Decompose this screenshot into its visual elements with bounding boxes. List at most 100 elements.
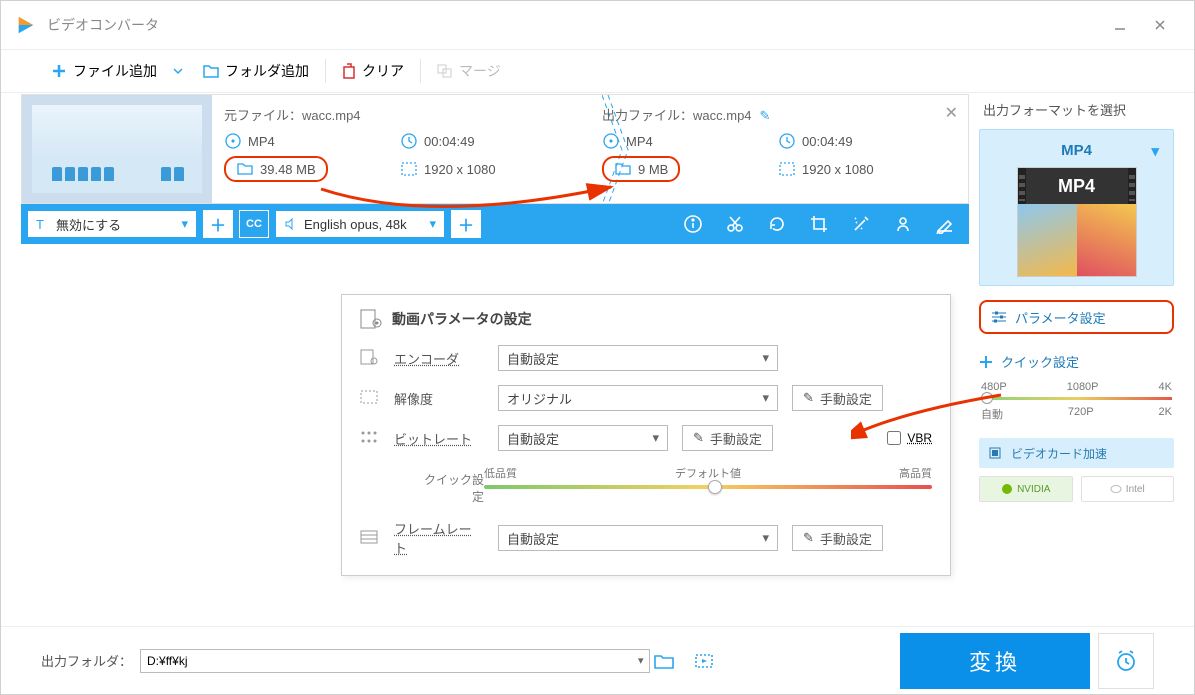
merge-icon [437,64,453,78]
output-folder-label: 出力フォルダ： [41,651,132,670]
framerate-label[interactable]: フレームレート [394,519,484,557]
format-icon [602,132,620,150]
resolution-label: 解像度 [394,389,484,408]
resolution-manual-button[interactable]: ✎手動設定 [792,385,883,411]
clear-button[interactable]: クリア [332,50,414,92]
bitrate-label[interactable]: ビットレート [394,429,484,448]
framerate-icon [360,530,380,547]
folder-icon [614,160,632,178]
titlebar: ビデオコンバータ [1,1,1194,49]
clock-icon [778,132,796,150]
output-folder-input[interactable] [140,649,650,673]
source-resolution: 1920 x 1080 [424,162,496,177]
bitrate-icon [360,430,380,447]
app-logo [15,14,37,36]
encoder-label[interactable]: エンコーダ [394,349,484,368]
resolution-slider[interactable] [981,397,1172,400]
bitrate-dropdown[interactable]: 自動設定▾ [498,425,668,451]
file-item[interactable]: 元ファイル：wacc.mp4 MP4 00:04:49 39.48 MB 192… [21,94,969,204]
effects-button[interactable] [843,204,879,244]
output-size-highlight: 9 MB [602,156,680,182]
convert-button[interactable]: 変換 [900,633,1090,689]
source-size-highlight: 39.48 MB [224,156,328,182]
resolution-icon [778,160,796,178]
quick-settings-header: クイック設定 [979,352,1174,371]
options-bar: T 無効にする▾ ＋ CC English opus, 48k▾ ＋ [21,204,969,244]
video-thumbnail[interactable] [22,95,212,203]
add-folder-label: フォルダ追加 [225,61,309,81]
minimize-button[interactable] [1100,10,1140,40]
edit-button[interactable] [927,204,963,244]
output-resolution: 1920 x 1080 [802,162,874,177]
open-folder-button[interactable] [644,650,684,672]
cc-button[interactable]: CC [239,210,269,238]
gpu-accel-button[interactable]: ビデオカード加速 [979,438,1174,468]
bottom-bar: 出力フォルダ： ▾ 変換 [1,626,1194,694]
resolution-icon [360,390,380,407]
schedule-button[interactable] [1098,633,1154,689]
plus-icon [979,355,993,369]
source-format: MP4 [248,134,275,149]
add-folder-button[interactable]: フォルダ追加 [193,50,319,92]
output-format: MP4 [626,134,653,149]
panel-title: 動画パラメータの設定 [360,309,932,329]
text-icon: T [36,217,50,231]
add-audio-button[interactable]: ＋ [451,210,481,238]
framerate-manual-button[interactable]: ✎手動設定 [792,525,883,551]
quality-slider[interactable] [484,485,932,489]
format-card[interactable]: MP4▾ MP4 [979,129,1174,286]
cut-button[interactable] [717,204,753,244]
speaker-icon [284,217,298,231]
film-gear-icon [360,309,382,329]
clear-label: クリア [362,61,404,81]
svg-text:T: T [36,217,44,231]
chevron-down-icon: ▾ [1151,142,1159,160]
open-output-button[interactable] [684,650,724,672]
clock-icon [400,132,418,150]
parameter-settings-button[interactable]: パラメータ設定 [979,300,1174,334]
chip-icon [987,446,1003,460]
output-info: 出力ファイル：wacc.mp4✎ MP4 00:04:49 9 MB 1920 … [590,95,968,203]
source-size: 39.48 MB [260,162,316,177]
remove-item-button[interactable]: ✕ [945,103,958,123]
add-file-button[interactable]: ファイル追加 [41,50,193,92]
trash-icon [342,63,356,79]
source-duration: 00:04:49 [424,134,475,149]
chevron-down-icon [173,66,183,76]
resolution-icon [400,160,418,178]
right-panel: 出力フォーマットを選択 MP4▾ MP4 パラメータ設定 クイック設定 480P… [979,94,1174,619]
framerate-dropdown[interactable]: 自動設定▾ [498,525,778,551]
watermark-button[interactable] [885,204,921,244]
audio-track-select[interactable]: English opus, 48k▾ [275,210,445,238]
add-file-label: ファイル追加 [73,61,157,81]
merge-button[interactable]: マージ [427,50,511,92]
rename-button[interactable]: ✎ [760,108,771,123]
plus-icon [51,63,67,79]
resolution-dropdown[interactable]: オリジナル▾ [498,385,778,411]
subtitle-select[interactable]: T 無効にする▾ [27,210,197,238]
output-size: 9 MB [638,162,668,177]
output-format-header: 出力フォーマットを選択 [979,94,1174,129]
quick-setting-label: クイック設定 [414,471,484,505]
folder-icon [203,64,219,78]
app-window: ビデオコンバータ ファイル追加 フォルダ追加 クリア マージ [0,0,1195,695]
intel-badge: Intel [1081,476,1175,502]
sliders-icon [991,310,1007,324]
crop-button[interactable] [801,204,837,244]
vbr-checkbox[interactable]: VBR [887,431,932,445]
rotate-button[interactable] [759,204,795,244]
encoder-dropdown[interactable]: 自動設定▾ [498,345,778,371]
nvidia-badge: NVIDIA [979,476,1073,502]
output-duration: 00:04:49 [802,134,853,149]
close-button[interactable] [1140,10,1180,40]
format-name: MP4 [1061,142,1092,159]
main-toolbar: ファイル追加 フォルダ追加 クリア マージ [1,49,1194,93]
info-button[interactable] [675,204,711,244]
app-title: ビデオコンバータ [47,15,159,35]
source-info: 元ファイル：wacc.mp4 MP4 00:04:49 39.48 MB 192… [212,95,590,203]
video-params-panel: 動画パラメータの設定 エンコーダ 自動設定▾ 解像度 オリジナル▾ ✎手動設定 … [341,294,951,576]
bitrate-manual-button[interactable]: ✎手動設定 [682,425,773,451]
encoder-icon [360,349,380,368]
add-subtitle-button[interactable]: ＋ [203,210,233,238]
folder-icon [236,160,254,178]
